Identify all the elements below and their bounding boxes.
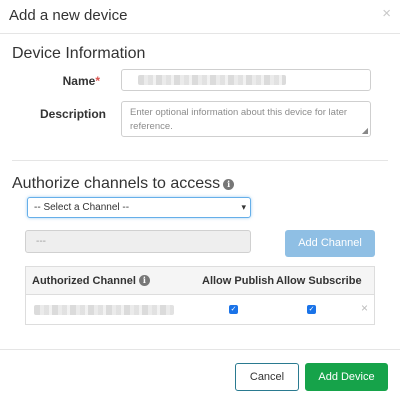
modal-title: Add a new device [9,7,128,24]
authorize-channels-title: Authorize channels to access i [12,175,235,193]
info-icon[interactable]: i [138,275,150,286]
authorize-channels-title-text: Authorize channels to access [12,175,221,192]
name-label: Name* [60,74,100,88]
remove-row-icon[interactable]: × [361,302,368,314]
header-allow-subscribe: Allow Subscribe [276,275,362,287]
redacted-channel-name [34,305,174,315]
channel-select-value: -- Select a Channel -- [34,202,130,213]
header-authorized-channel: Authorized Channel i [32,275,150,287]
add-device-modal: Add a new device × Device Information Na… [0,0,400,402]
close-icon[interactable]: × [382,6,391,21]
name-input[interactable] [121,69,371,91]
description-label: Description [40,107,107,121]
add-channel-button[interactable]: Add Channel [285,230,375,257]
allow-subscribe-checkbox[interactable]: ✓ [307,305,316,314]
description-textarea[interactable]: Enter optional information about this de… [121,101,371,137]
chevron-down-icon: ▾ [241,202,246,212]
name-label-text: Name [62,74,96,88]
device-information-title: Device Information [12,45,146,62]
header-allow-publish: Allow Publish [202,275,275,287]
header-authorized-channel-text: Authorized Channel [32,275,136,287]
table-row: ✓ ✓ × [26,296,374,324]
description-placeholder: Enter optional information about this de… [130,107,348,132]
channel-key-input: --- [25,230,251,253]
add-device-button[interactable]: Add Device [305,363,388,391]
footer-divider [0,349,400,350]
authorized-channels-table: Authorized Channel i Allow Publish Allow … [25,266,375,325]
redacted-name-value [138,75,286,85]
resize-grip-icon[interactable]: ◢ [362,127,368,135]
cancel-button[interactable]: Cancel [235,363,299,391]
required-mark: * [95,74,100,88]
modal-header: Add a new device × [0,0,400,34]
table-header: Authorized Channel i Allow Publish Allow … [26,267,374,295]
info-icon[interactable]: i [223,179,235,190]
section-divider [12,160,388,161]
channel-select[interactable]: -- Select a Channel -- ▾ [27,197,251,218]
allow-publish-checkbox[interactable]: ✓ [229,305,238,314]
